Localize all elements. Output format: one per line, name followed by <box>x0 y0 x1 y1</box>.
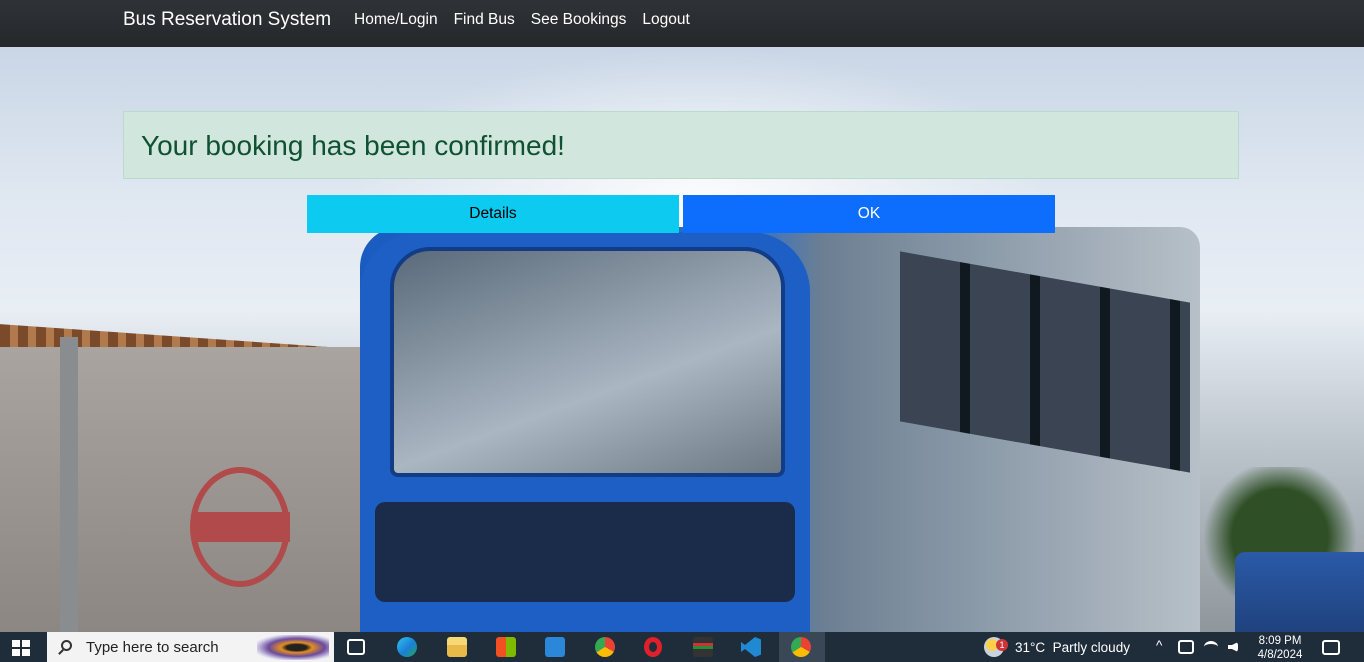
clock-time: 8:09 PM <box>1258 635 1302 647</box>
chrome-icon[interactable] <box>595 637 615 657</box>
windows-taskbar: Type here to search 1 31°C Partly cloudy… <box>0 632 1364 662</box>
search-highlight-image <box>257 635 329 660</box>
ok-button[interactable]: OK <box>683 195 1055 233</box>
speaker-icon[interactable] <box>1228 642 1238 652</box>
task-view-icon[interactable] <box>347 639 365 655</box>
nav-link-logout[interactable]: Logout <box>642 11 689 29</box>
mail-icon[interactable] <box>545 637 565 657</box>
taskbar-search-box[interactable]: Type here to search <box>47 632 334 662</box>
start-icon[interactable] <box>12 640 30 656</box>
nav-link-see-bookings[interactable]: See Bookings <box>531 11 627 29</box>
edge-icon[interactable] <box>397 637 417 657</box>
success-alert: Your booking has been confirmed! <box>123 111 1239 179</box>
chevron-up-icon[interactable]: ^ <box>1156 638 1162 653</box>
taskbar-clock[interactable]: 8:09 PM 4/8/2024 <box>1255 634 1305 662</box>
meet-icon[interactable] <box>1178 640 1194 654</box>
navbar: Bus Reservation System Home/Login Find B… <box>0 0 1364 47</box>
store-icon[interactable] <box>496 637 516 657</box>
nav-links: Home/Login Find Bus See Bookings Logout <box>354 11 706 29</box>
wifi-icon[interactable] <box>1204 641 1218 653</box>
details-button[interactable]: Details <box>307 195 679 233</box>
nav-link-find-bus[interactable]: Find Bus <box>454 11 515 29</box>
chrome-icon[interactable] <box>791 637 811 657</box>
opera-icon[interactable] <box>644 637 662 657</box>
weather-badge: 1 <box>996 639 1008 651</box>
film-icon[interactable] <box>693 637 713 657</box>
nav-link-home-login[interactable]: Home/Login <box>354 11 438 29</box>
search-placeholder: Type here to search <box>86 639 219 656</box>
search-icon <box>61 640 72 651</box>
clock-date: 4/8/2024 <box>1257 649 1303 661</box>
alert-message: Your booking has been confirmed! <box>141 130 565 161</box>
file-explorer-icon[interactable] <box>447 637 467 657</box>
weather-text[interactable]: 31°C Partly cloudy <box>1015 640 1130 655</box>
vscode-icon[interactable] <box>741 637 761 657</box>
brand-title[interactable]: Bus Reservation System <box>123 9 331 31</box>
notifications-icon[interactable] <box>1322 640 1340 655</box>
